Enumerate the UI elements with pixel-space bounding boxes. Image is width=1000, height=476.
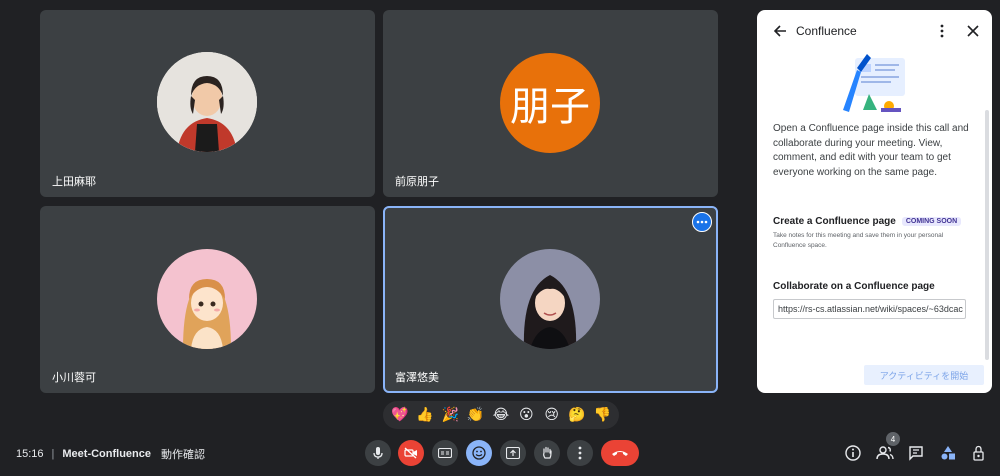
meeting-name: Meet-Confluence	[62, 448, 152, 460]
participant-tile[interactable]: 朋子 前原朋子	[383, 10, 718, 197]
participant-avatar	[157, 249, 257, 349]
microphone-icon	[373, 447, 383, 459]
confluence-side-panel: Confluence Open a Confluence page inside…	[757, 10, 992, 393]
more-options-button[interactable]	[692, 212, 712, 232]
reaction-thumbs-down[interactable]: 👎	[591, 401, 613, 429]
participant-name: 富澤悠美	[395, 372, 439, 384]
more-vert-icon	[578, 446, 582, 460]
info-icon	[845, 445, 861, 461]
participant-name: 上田麻耶	[52, 176, 96, 188]
people-button[interactable]	[876, 444, 894, 462]
lock-person-icon	[973, 445, 984, 461]
meeting-details-button[interactable]	[844, 444, 862, 462]
avatar-initials: 朋子	[510, 84, 590, 130]
participant-tile[interactable]: 上田麻耶	[40, 10, 375, 197]
close-icon[interactable]	[964, 22, 982, 40]
reaction-thinking[interactable]: 🤔	[566, 401, 588, 429]
panel-title: Confluence	[796, 24, 857, 38]
meeting-info: 15:16 | Meet-Confluence 動作確認	[16, 446, 205, 462]
camera-off-button[interactable]	[398, 440, 424, 466]
present-screen-icon	[506, 447, 520, 459]
meeting-time: 15:16	[16, 448, 44, 460]
activities-icon	[941, 446, 955, 460]
camera-off-icon	[404, 447, 417, 459]
create-page-title: Create a Confluence page	[773, 216, 896, 227]
panel-scrollbar[interactable]	[985, 110, 989, 360]
leave-call-button[interactable]	[601, 440, 639, 466]
reactions-button[interactable]	[466, 440, 492, 466]
captions-icon	[438, 448, 452, 458]
emoji-icon	[472, 446, 486, 460]
create-page-heading: Create a Confluence page COMING SOON	[773, 216, 962, 227]
more-vert-icon[interactable]	[933, 22, 951, 40]
more-options-button[interactable]	[567, 440, 593, 466]
captions-button[interactable]	[432, 440, 458, 466]
reaction-sad[interactable]: 😢	[541, 401, 563, 429]
participant-initials-avatar: 朋子	[500, 53, 600, 153]
hang-up-icon	[612, 451, 628, 456]
reaction-sparkling-heart[interactable]: 💖	[389, 401, 411, 429]
coming-soon-badge: COMING SOON	[901, 216, 962, 226]
participant-tile[interactable]: 小川蓉可	[40, 206, 375, 393]
activities-button[interactable]	[939, 444, 957, 462]
raise-hand-button[interactable]	[534, 440, 560, 466]
participant-avatar	[157, 52, 257, 152]
reactions-bar: 💖 👍 🎉 👏 😂 😮 😢 🤔 👎	[383, 401, 619, 429]
participant-tile[interactable]: 富澤悠美	[383, 206, 718, 393]
reaction-party-popper[interactable]: 🎉	[439, 401, 461, 429]
panel-header: Confluence	[757, 10, 992, 52]
microphone-button[interactable]	[365, 440, 391, 466]
participant-avatar	[500, 249, 600, 349]
host-controls-button[interactable]	[970, 444, 988, 462]
present-screen-button[interactable]	[500, 440, 526, 466]
reaction-clapping[interactable]: 👏	[465, 401, 487, 429]
panel-description: Open a Confluence page inside this call …	[773, 123, 969, 178]
participant-name: 前原朋子	[395, 176, 439, 188]
meeting-subtitle: 動作確認	[161, 449, 206, 461]
reaction-surprised[interactable]: 😮	[515, 401, 537, 429]
create-page-subtext: Take notes for this meeting and save the…	[773, 232, 944, 249]
confluence-illustration	[837, 50, 909, 118]
reaction-thumbs-up[interactable]: 👍	[414, 401, 436, 429]
start-activity-button[interactable]: アクティビティを開始	[864, 365, 984, 385]
chat-icon	[909, 446, 923, 461]
hand-icon	[543, 446, 552, 459]
collaborate-heading: Collaborate on a Confluence page	[773, 281, 935, 292]
people-icon	[876, 446, 894, 460]
participant-name: 小川蓉可	[52, 372, 96, 384]
chat-button[interactable]	[907, 444, 925, 462]
reaction-laughing[interactable]: 😂	[490, 401, 512, 429]
back-arrow-icon[interactable]	[771, 22, 789, 40]
meeting-info-separator: |	[51, 448, 55, 460]
confluence-url-input[interactable]: https://rs-cs.atlassian.net/wiki/spaces/…	[773, 299, 966, 319]
